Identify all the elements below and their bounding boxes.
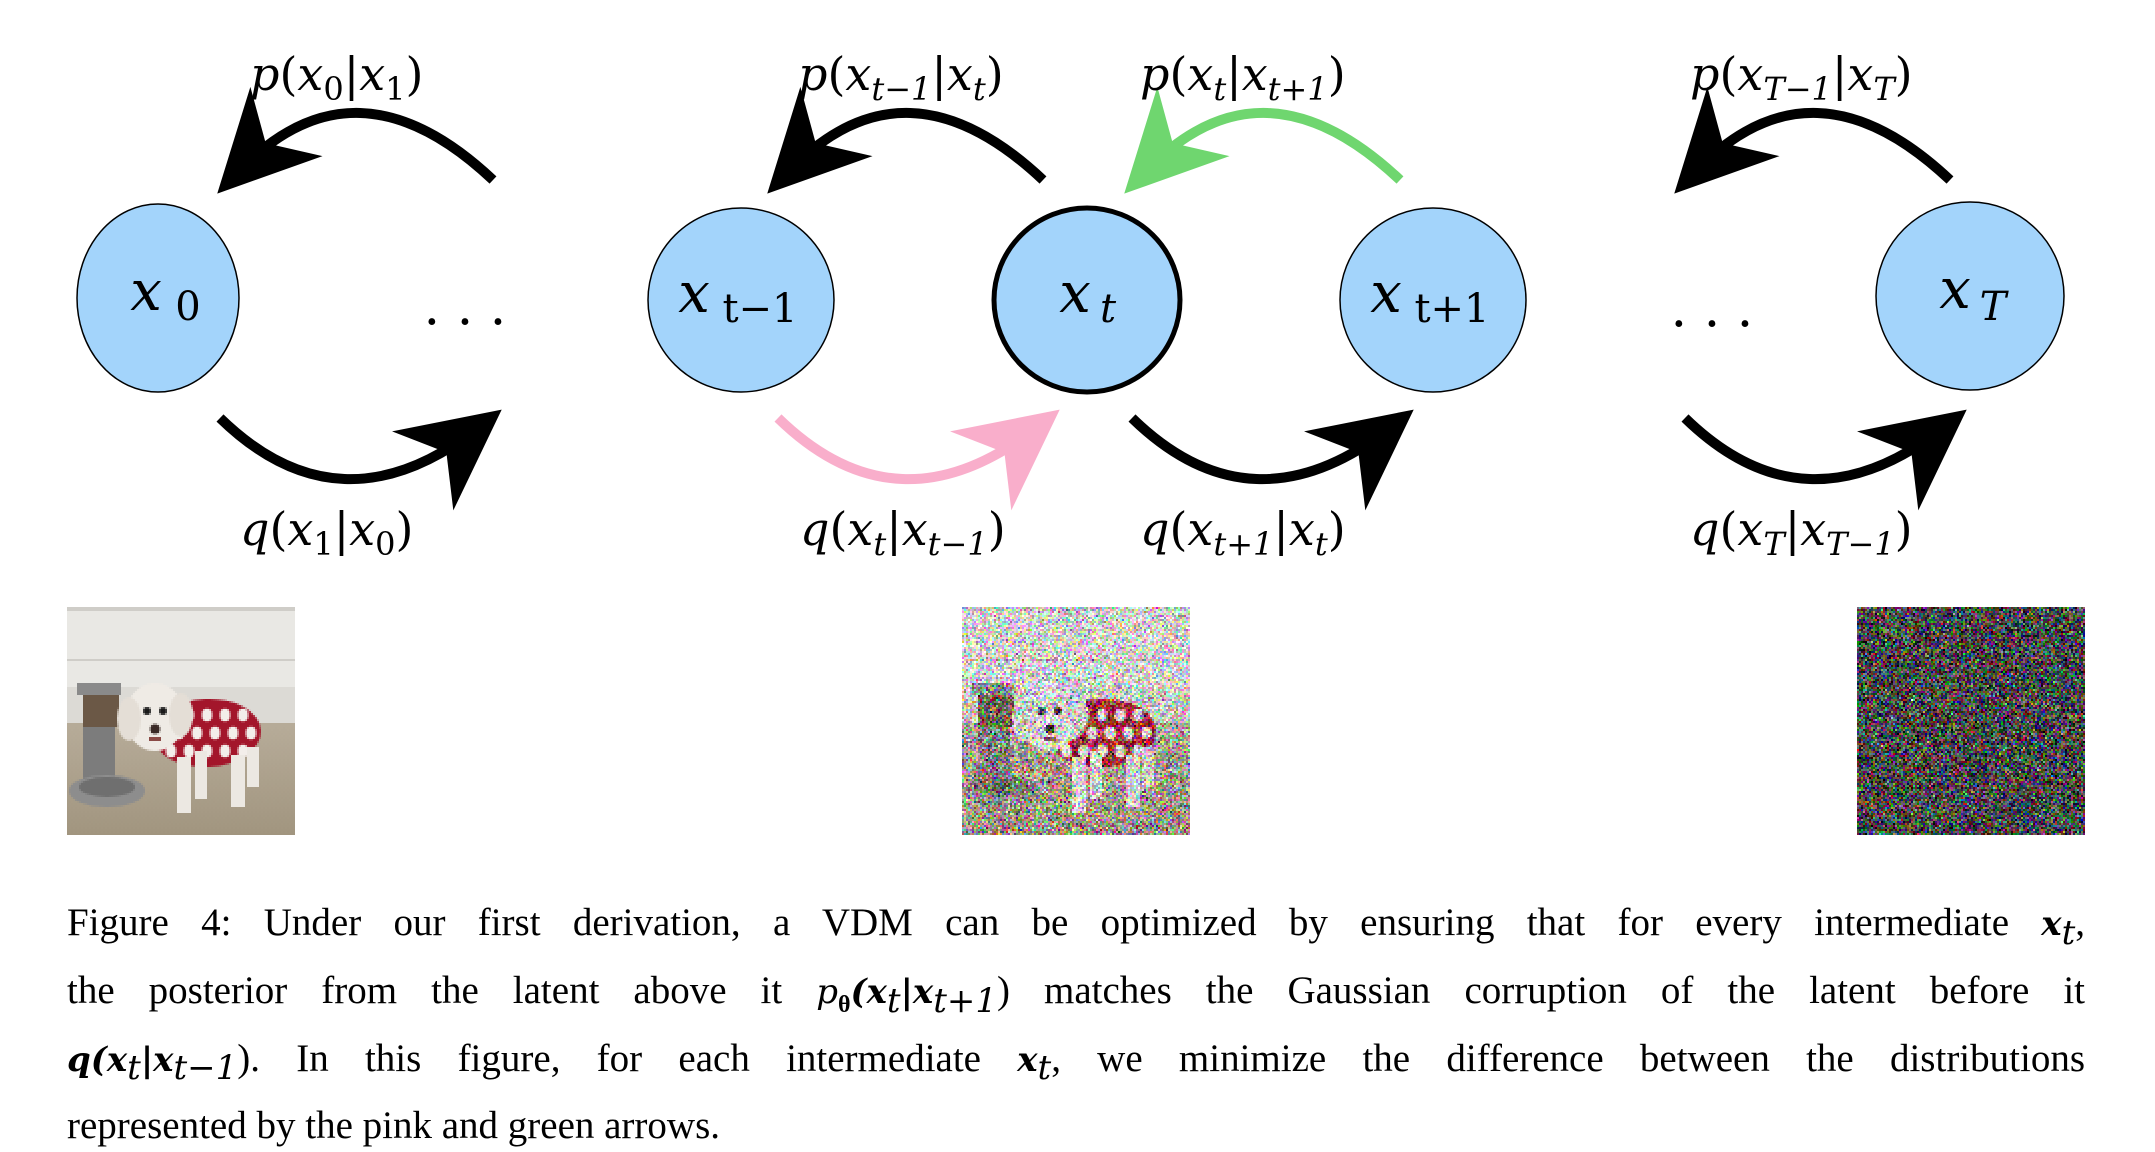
node-xtp1-sub: t+1 (1414, 286, 1489, 332)
label-q-xtp1-given-xt: q(xt+1|xt) (1140, 502, 1346, 563)
node-xtm1-sub: t−1 (722, 286, 797, 332)
node-x-t: x t (991, 205, 1183, 395)
figure-caption: Figure 4: Under our first derivation, a … (67, 896, 2085, 1152)
svg-text:q(x1|x0): q(x1|x0) (240, 502, 413, 563)
forward-arrow-xt-to-xtp1 (1128, 409, 1414, 511)
forward-arrow-xtm1-to-xt-pink (774, 409, 1060, 511)
svg-text:p(xT−1|xT): p(xT−1|xT) (1690, 47, 1913, 108)
node-x-T: x T (1875, 201, 2065, 391)
reverse-arrow-xt-to-xtm1 (767, 86, 1047, 194)
svg-text:q(xT|xT−1): q(xT|xT−1) (1690, 502, 1913, 563)
label-p-xtm1-given-xt: p(xt−1|xt) (798, 47, 1004, 108)
reverse-arrow-xtp1-to-xt-green (1124, 86, 1404, 194)
node-xt-label: x (1059, 261, 1091, 326)
node-xT-label: x (1939, 257, 1971, 322)
ellipsis-right: · · · (1671, 295, 1754, 355)
caption-line-4: represented by the pink and green arrows… (67, 1104, 721, 1148)
forward-arrow-xTm1-to-xT (1681, 409, 1967, 511)
node-xtp1-label: x (1370, 261, 1402, 326)
node-xtm1-label: x (678, 261, 710, 326)
ellipsis-left: · · · (424, 293, 507, 353)
svg-text:q(xt|xt−1): q(xt|xt−1) (800, 502, 1006, 563)
node-x0-label: x (130, 259, 162, 324)
reverse-arrow-xT-to-xTm1 (1674, 86, 1954, 194)
noisy-dog-image (962, 607, 1190, 835)
clean-dog-image (67, 607, 295, 835)
node-xT-sub: T (1980, 284, 2010, 330)
svg-text:p(x0|x1): p(x0|x1) (250, 47, 423, 108)
caption-line-2: the posterior from the latent above it p… (67, 968, 2085, 1021)
node-x0-sub: 0 (175, 284, 200, 330)
label-p-x0-given-x1: p(x0|x1) (250, 47, 423, 108)
label-q-xt-given-xtm1: q(xt|xt−1) (800, 502, 1006, 563)
caption-line-3: q(xt|xt−1). In this figure, for each int… (67, 1036, 2085, 1089)
label-q-xT-given-xTm1: q(xT|xT−1) (1690, 502, 1913, 563)
caption-line-1: Figure 4: Under our first derivation, a … (67, 901, 2085, 953)
svg-text:p(xt−1|xt): p(xt−1|xt) (798, 47, 1004, 108)
reverse-arrow-x1-to-x0 (217, 86, 497, 194)
node-x-t-plus-1: x t+1 (1339, 207, 1527, 393)
svg-text:q(xt+1|xt): q(xt+1|xt) (1140, 502, 1346, 563)
node-x-t-minus-1: x t−1 (647, 207, 835, 393)
forward-arrow-x0-to-x1 (216, 409, 502, 511)
pure-noise-image (1857, 607, 2085, 835)
label-p-xt-given-xtp1: p(xt|xt+1) (1140, 47, 1346, 108)
label-p-xTm1-given-xT: p(xT−1|xT) (1690, 47, 1913, 108)
svg-text:p(xt|xt+1): p(xt|xt+1) (1140, 47, 1346, 108)
node-x0: x 0 (76, 203, 240, 393)
node-xt-sub: t (1100, 286, 1117, 332)
label-q-x1-given-x0: q(x1|x0) (240, 502, 413, 563)
